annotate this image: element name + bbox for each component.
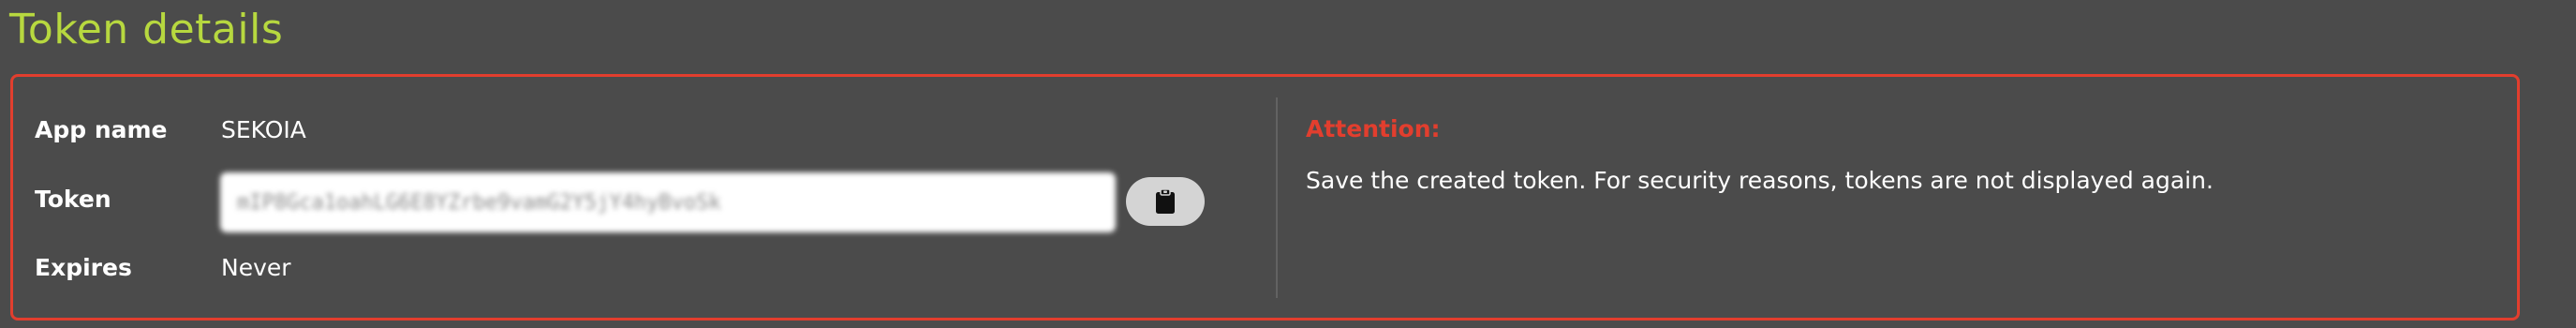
token-label: Token bbox=[35, 186, 111, 213]
expires-label: Expires bbox=[35, 254, 132, 281]
clipboard-icon bbox=[1156, 188, 1175, 214]
expires-value: Never bbox=[221, 254, 291, 281]
token-details-panel: App name SEKOIA Token Expires Never Atte… bbox=[10, 74, 2520, 321]
attention-title: Attention: bbox=[1306, 115, 1441, 142]
vertical-divider bbox=[1276, 97, 1278, 298]
page-title: Token details bbox=[9, 6, 284, 53]
app-name-label: App name bbox=[35, 116, 168, 143]
attention-message: Save the created token. For security rea… bbox=[1306, 167, 2213, 194]
copy-token-button[interactable] bbox=[1126, 177, 1205, 226]
token-field[interactable] bbox=[220, 172, 1116, 232]
app-name-value: SEKOIA bbox=[221, 116, 306, 143]
